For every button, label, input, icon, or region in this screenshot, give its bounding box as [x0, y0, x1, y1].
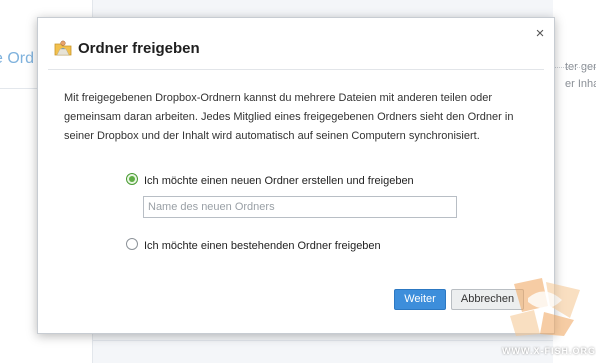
background-dotted-rule: [553, 67, 596, 68]
background-heading: e Ord: [0, 50, 35, 67]
watermark-logo: [510, 278, 580, 336]
dialog-divider: [48, 69, 544, 70]
existing-folder-radio-label[interactable]: Ich möchte einen bestehenden Ordner frei…: [144, 240, 381, 252]
existing-folder-radio[interactable]: [126, 238, 138, 250]
shared-folder-icon: [54, 40, 72, 56]
background-divider: [92, 340, 553, 341]
dialog-title: Ordner freigeben: [78, 40, 200, 57]
watermark-text: WWW.X-FISH.ORG: [502, 346, 596, 356]
background-text-line: er Inhalt w: [565, 78, 596, 90]
share-folder-dialog: Ordner freigeben × Mit freigegebenen Dro…: [37, 17, 555, 334]
next-button[interactable]: Weiter: [394, 289, 446, 310]
folder-name-input[interactable]: [143, 196, 457, 218]
new-folder-radio[interactable]: [126, 173, 138, 185]
dialog-description: Mit freigegebenen Dropbox-Ordnern kannst…: [64, 92, 514, 142]
close-button[interactable]: ×: [532, 26, 548, 42]
new-folder-radio-label[interactable]: Ich möchte einen neuen Ordner erstellen …: [144, 175, 414, 187]
